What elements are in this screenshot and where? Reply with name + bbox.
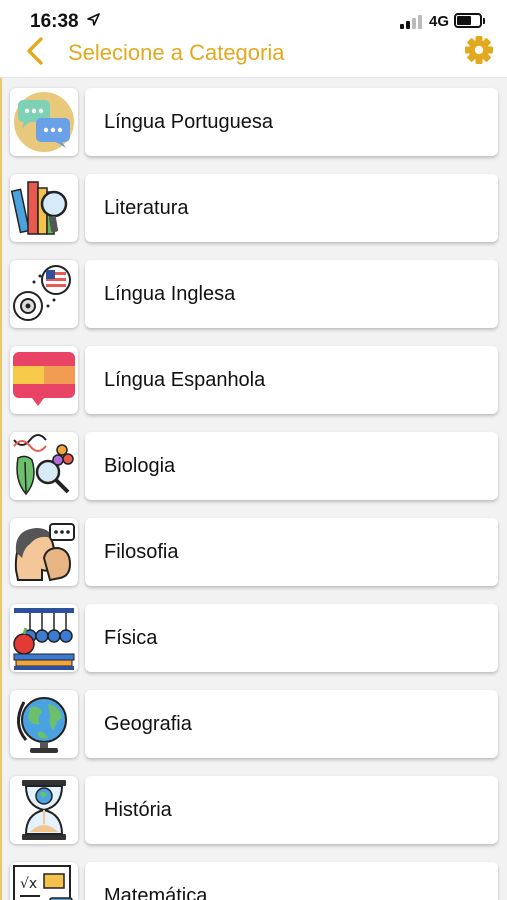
category-label: Literatura (104, 197, 189, 219)
list-item: Geografia (0, 688, 507, 760)
signal-strength-icon (400, 15, 424, 29)
chat-bubbles-icon (10, 88, 78, 156)
chevron-left-icon (27, 37, 43, 65)
category-card-geografia[interactable]: Geografia (85, 690, 498, 758)
math-board-icon: √x (10, 862, 78, 900)
battery-icon (454, 13, 485, 28)
category-card-lingua-portuguesa[interactable]: Língua Portuguesa (85, 88, 498, 156)
back-button[interactable] (22, 36, 52, 72)
category-card-literatura[interactable]: Literatura (85, 174, 498, 242)
category-card-lingua-espanhola[interactable]: Língua Espanhola (85, 346, 498, 414)
category-card-matematica[interactable]: Matemática (85, 862, 498, 900)
list-item: Língua Inglesa (0, 258, 507, 330)
category-label: Biologia (104, 455, 176, 477)
spain-flag-icon (10, 346, 78, 414)
thinking-heads-icon (10, 518, 78, 586)
category-label: Língua Portuguesa (104, 111, 274, 133)
category-label: Matemática (104, 885, 208, 900)
location-arrow-icon (87, 13, 100, 26)
category-label: Física (104, 627, 158, 649)
globe-icon (10, 690, 78, 758)
status-bar: 16:38 4G (0, 0, 507, 36)
category-card-lingua-inglesa[interactable]: Língua Inglesa (85, 260, 498, 328)
category-label: Língua Inglesa (104, 283, 236, 305)
category-label: História (104, 799, 172, 821)
category-label: Língua Espanhola (104, 369, 266, 391)
list-item: Biologia (0, 430, 507, 502)
gear-icon (465, 36, 493, 64)
list-item: Literatura (0, 172, 507, 244)
hourglass-icon (10, 776, 78, 844)
newtons-cradle-icon (10, 604, 78, 672)
category-card-historia[interactable]: História (85, 776, 498, 844)
english-speech-icon (10, 260, 78, 328)
books-magnifier-icon (10, 174, 78, 242)
page-title: Selecione a Categoria (68, 40, 285, 65)
category-card-biologia[interactable]: Biologia (85, 432, 498, 500)
dna-leaf-icon (10, 432, 78, 500)
svg-text:√x: √x (20, 876, 37, 892)
list-item: √x Matemática (0, 860, 507, 900)
list-item: Filosofia (0, 516, 507, 588)
list-item: História (0, 774, 507, 846)
status-time: 16:38 (30, 11, 79, 32)
list-item: Física (0, 602, 507, 674)
settings-button[interactable] (462, 36, 496, 70)
category-label: Geografia (104, 713, 192, 735)
network-type: 4G (429, 13, 450, 30)
category-card-filosofia[interactable]: Filosofia (85, 518, 498, 586)
category-label: Filosofia (104, 541, 179, 563)
list-item: Língua Portuguesa (0, 86, 507, 158)
navigation-bar: Selecione a Categoria (0, 36, 507, 78)
list-item: Língua Espanhola (0, 344, 507, 416)
category-card-fisica[interactable]: Física (85, 604, 498, 672)
